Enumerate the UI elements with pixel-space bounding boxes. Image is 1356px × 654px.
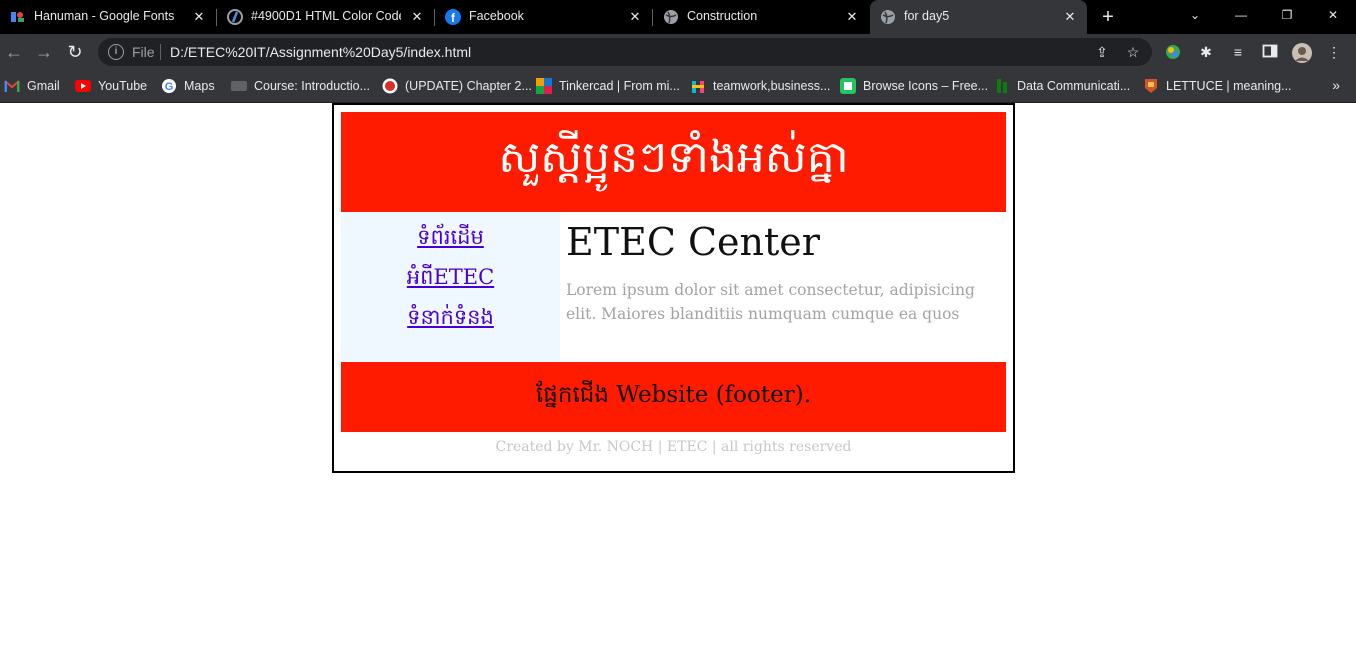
tab-title: #4900D1 HTML Color Code [251,9,401,23]
main-content: ETEC Center Lorem ipsum dolor sit amet c… [560,212,1006,362]
tab-title: Construction [687,9,758,23]
url-text[interactable]: D:/ETEC%20IT/Assignment%20Day5/index.htm… [170,44,471,60]
main-heading: ETEC Center [566,220,820,264]
google-maps-icon: G [161,78,177,94]
new-tab-icon[interactable]: + [1097,6,1119,28]
kebab-menu-icon[interactable]: ⋮ [1325,43,1343,61]
google-fonts-icon [10,9,26,25]
avatar[interactable] [1292,43,1312,63]
bookmark-teamwork[interactable]: teamwork,business... [690,77,830,95]
nav-link-contact[interactable]: ទំនាក់ទំនង [341,304,560,335]
reload-icon[interactable]: ↻ [63,40,87,64]
tab-title: for day5 [904,9,950,23]
more-bookmarks-button[interactable]: » [1332,77,1340,93]
bookmark-chapter[interactable]: (UPDATE) Chapter 2... [382,77,532,95]
bookmark-browse-icons[interactable]: Browse Icons – Free... [840,77,988,95]
tab-search-chevron-icon[interactable]: ⌄ [1180,0,1210,30]
bookmark-lettuce[interactable]: LETTUCE | meaning... [1143,77,1292,95]
bookmark-tinkercad[interactable]: Tinkercad | From mi... [536,77,680,95]
page-container: សួស្តីប្អូនៗទាំងអស់គ្នា ទំព័រដើម អំពីETE… [332,103,1015,473]
minimize-icon[interactable]: — [1226,0,1256,30]
tab-facebook[interactable]: f Facebook ✕ [435,0,653,34]
address-bar[interactable]: i File D:/ETEC%20IT/Assignment%20Day5/in… [98,38,1152,66]
sidebar-nav: ទំព័រដើម អំពីETEC ទំនាក់ទំនង [341,212,560,362]
close-window-icon[interactable]: ✕ [1318,0,1348,30]
tab-title: Facebook [469,9,524,23]
bookmarks-bar: Gmail YouTube G Maps Course: Introductio… [0,70,1356,103]
close-tab-icon[interactable]: ✕ [190,8,208,26]
puzzle-extensions-icon[interactable]: ✱ [1197,43,1215,61]
page-footer: ផ្នែកជើង Website (footer). [341,362,1006,432]
teamwork-icon [690,78,706,94]
tab-title: Hanuman - Google Fonts [34,9,175,23]
nav-link-about[interactable]: អំពីETEC [341,264,560,295]
close-tab-icon[interactable]: ✕ [408,8,426,26]
copyright-credit: Created by Mr. NOCH | ETEC | all rights … [495,439,852,455]
tinkercad-icon [536,78,552,94]
bookmark-youtube[interactable]: YouTube [75,77,147,95]
tab-strip: Hanuman - Google Fonts ✕ #4900D1 HTML Co… [0,0,1356,34]
close-tab-icon[interactable]: ✕ [843,8,861,26]
side-panel-icon[interactable] [1261,43,1279,61]
chapter-icon [382,78,398,94]
bookmark-data-communication[interactable]: Data Communicati... [994,77,1130,95]
back-arrow-icon[interactable]: ← [2,40,26,64]
tab-color-code[interactable]: #4900D1 HTML Color Code ✕ [217,0,435,34]
bookmark-course[interactable]: Course: Introductio... [231,77,370,95]
tab-for-day5[interactable]: for day5 ✕ [870,0,1087,34]
page-header: សួស្តីប្អូនៗទាំងអស់គ្នា [341,112,1006,212]
header-title: សួស្តីប្អូនៗទាំងអស់គ្នា [498,132,849,183]
tab-construction[interactable]: Construction ✕ [653,0,869,34]
reading-list-icon[interactable]: ≡ [1229,43,1247,61]
footer-text: ផ្នែកជើង Website (footer). [535,381,812,408]
protocol-label: File [132,44,155,60]
close-tab-icon[interactable]: ✕ [1061,8,1079,26]
globe-icon [880,9,896,25]
data-comm-icon [994,78,1010,94]
course-icon [231,78,247,94]
close-tab-icon[interactable]: ✕ [626,8,644,26]
youtube-icon [75,78,91,94]
svg-text:G: G [165,81,174,93]
restore-icon[interactable]: ❐ [1272,0,1302,30]
forward-arrow-icon[interactable]: → [32,40,56,64]
extension-color-icon[interactable] [1164,43,1182,61]
info-icon[interactable]: i [108,44,124,60]
main-paragraph: Lorem ipsum dolor sit amet consectetur, … [566,281,975,323]
gmail-icon [4,78,20,94]
nav-link-home[interactable]: ទំព័រដើម [341,224,560,255]
browser-toolbar: ← → ↻ i File D:/ETEC%20IT/Assignment%20D… [0,34,1356,70]
bookmark-maps[interactable]: G Maps [161,77,215,95]
bookmark-star-icon[interactable]: ☆ [1124,43,1142,61]
share-icon[interactable]: ⇪ [1093,43,1111,61]
color-code-icon [227,9,243,25]
facebook-icon: f [445,9,461,25]
dictionary-icon [1143,78,1159,94]
tab-hanuman-google-fonts[interactable]: Hanuman - Google Fonts ✕ [0,0,217,34]
globe-icon [663,9,679,25]
icons-site-icon [840,78,856,94]
bookmark-gmail[interactable]: Gmail [4,77,60,95]
